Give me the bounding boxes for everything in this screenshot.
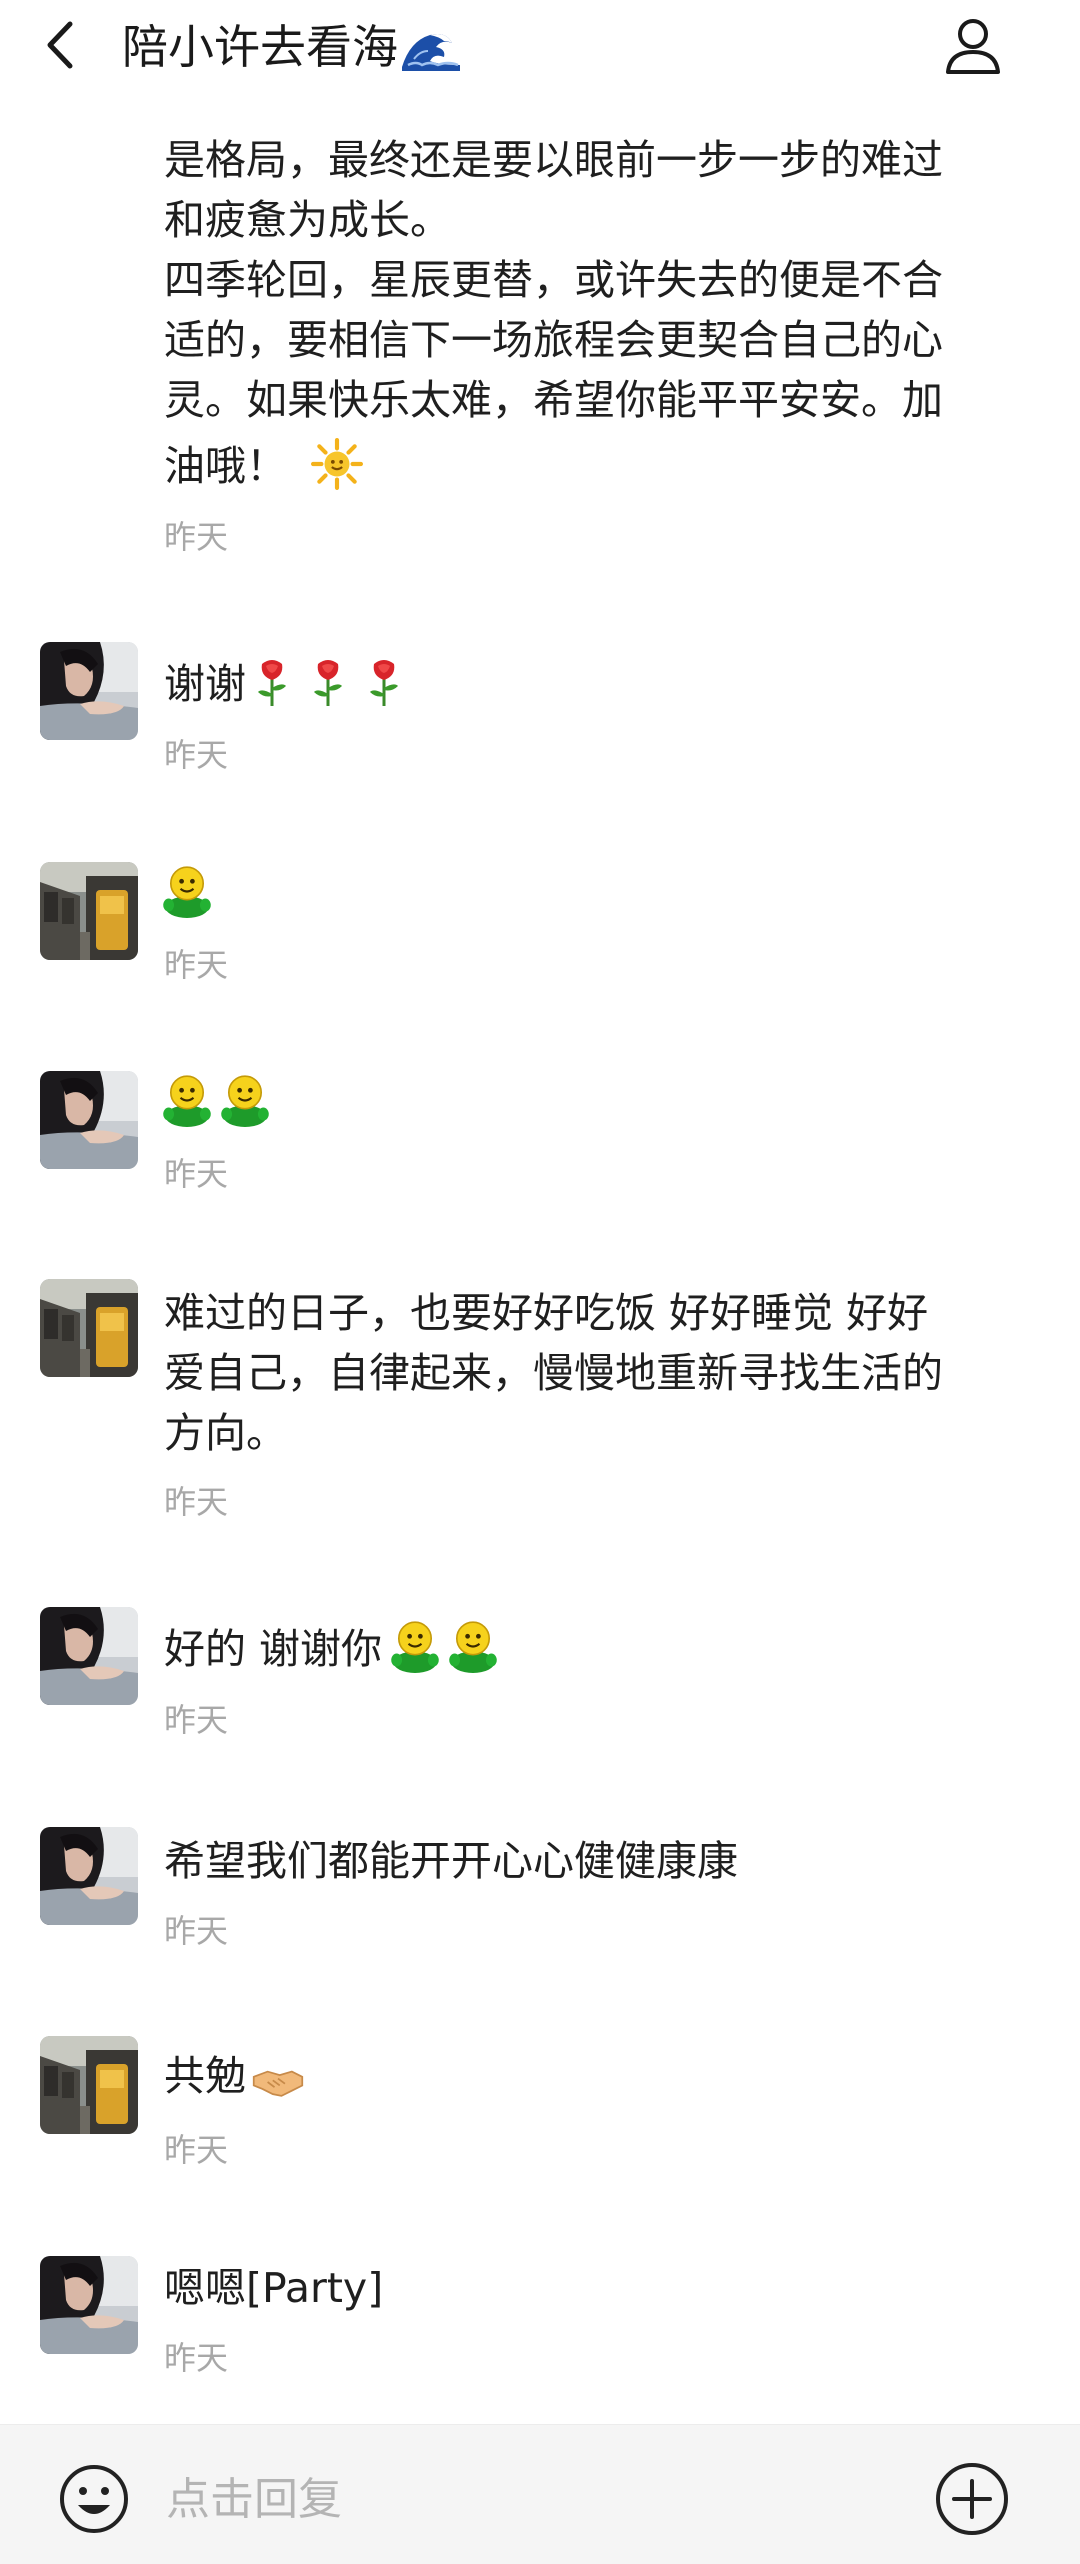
message-time: 昨天 — [164, 736, 229, 774]
avatar[interactable] — [40, 1071, 138, 1169]
plus-circle-icon[interactable] — [934, 2461, 1010, 2537]
message-line-text: 好的 谢谢你 — [164, 1625, 383, 1673]
avatar[interactable] — [40, 2256, 138, 2354]
green-smiley-icon — [160, 1073, 214, 1127]
message-line: 油哦！ — [164, 436, 1044, 496]
avatar[interactable] — [40, 2036, 138, 2134]
green-smiley-icon — [388, 1619, 442, 1673]
message-time: 昨天 — [164, 2339, 229, 2377]
message-line: 和疲惫为成长。 — [164, 196, 451, 244]
message-text: 是格局，最终还是要以眼前一步一步的难过 和疲惫为成长。 四季轮回，星辰更替，或许… — [164, 130, 1044, 496]
avatar[interactable] — [40, 642, 138, 740]
handshake-icon — [252, 2064, 304, 2100]
message-line: 是格局，最终还是要以眼前一步一步的难过 — [164, 136, 943, 184]
message-line-text: 油哦！ — [164, 442, 287, 490]
message-text: 好的 谢谢你 — [164, 1619, 1044, 1679]
message-line: 适的，要相信下一场旅程会更契合自己的心 — [164, 316, 943, 364]
message-time: 昨天 — [164, 2131, 229, 2169]
reply-input[interactable] — [166, 2461, 906, 2537]
chat-title-text: 陪小许去看海 — [122, 20, 398, 74]
message-line: 难过的日子，也要好好吃饭 好好睡觉 好好 — [164, 1289, 929, 1337]
message-line-text: 嗯嗯[Party] — [164, 2264, 384, 2312]
rose-icon — [364, 658, 404, 708]
message-text: 希望我们都能开开心心健健康康 — [164, 1831, 1044, 1891]
rose-icon — [252, 658, 292, 708]
message-time: 昨天 — [164, 1701, 229, 1739]
back-arrow-icon[interactable] — [30, 10, 90, 80]
avatar[interactable] — [40, 1607, 138, 1705]
avatar[interactable] — [40, 1827, 138, 1925]
profile-icon[interactable] — [942, 10, 1004, 80]
message-line: 四季轮回，星辰更替，或许失去的便是不合 — [164, 256, 943, 304]
message-time: 昨天 — [164, 1155, 229, 1193]
message-line: 方向。 — [164, 1409, 287, 1457]
message-text: 谢谢 — [164, 654, 1044, 714]
message-time: 昨天 — [164, 946, 229, 984]
message-line-text: 共勉 — [164, 2052, 246, 2100]
message-time: 昨天 — [164, 1483, 229, 1521]
message-line-text: 谢谢 — [164, 660, 246, 708]
message-time: 昨天 — [164, 518, 229, 556]
message-line: 爱自己，自律起来，慢慢地重新寻找生活的 — [164, 1349, 943, 1397]
wave-icon — [400, 21, 462, 71]
smiley-face-icon[interactable] — [58, 2463, 130, 2535]
green-smiley-icon — [160, 864, 214, 918]
rose-icon — [308, 658, 348, 708]
chat-title: 陪小许去看海 — [122, 14, 462, 80]
avatar[interactable] — [40, 862, 138, 960]
message-text — [160, 864, 1040, 924]
green-smiley-icon — [218, 1073, 272, 1127]
message-time: 昨天 — [164, 1912, 229, 1950]
message-text: 共勉 — [164, 2046, 1044, 2106]
message-line: 灵。如果快乐太难，希望你能平平安安。加 — [164, 376, 943, 424]
avatar[interactable] — [40, 1279, 138, 1377]
sun-icon — [311, 438, 363, 490]
message-line-text: 希望我们都能开开心心健健康康 — [164, 1837, 738, 1885]
message-text: 难过的日子，也要好好吃饭 好好睡觉 好好 爱自己，自律起来，慢慢地重新寻找生活的… — [164, 1283, 1044, 1463]
green-smiley-icon — [446, 1619, 500, 1673]
reply-bar — [0, 2424, 1080, 2564]
message-text: 嗯嗯[Party] — [164, 2258, 1044, 2318]
chat-header: 陪小许去看海 — [0, 0, 1080, 92]
message-text — [160, 1073, 1040, 1133]
